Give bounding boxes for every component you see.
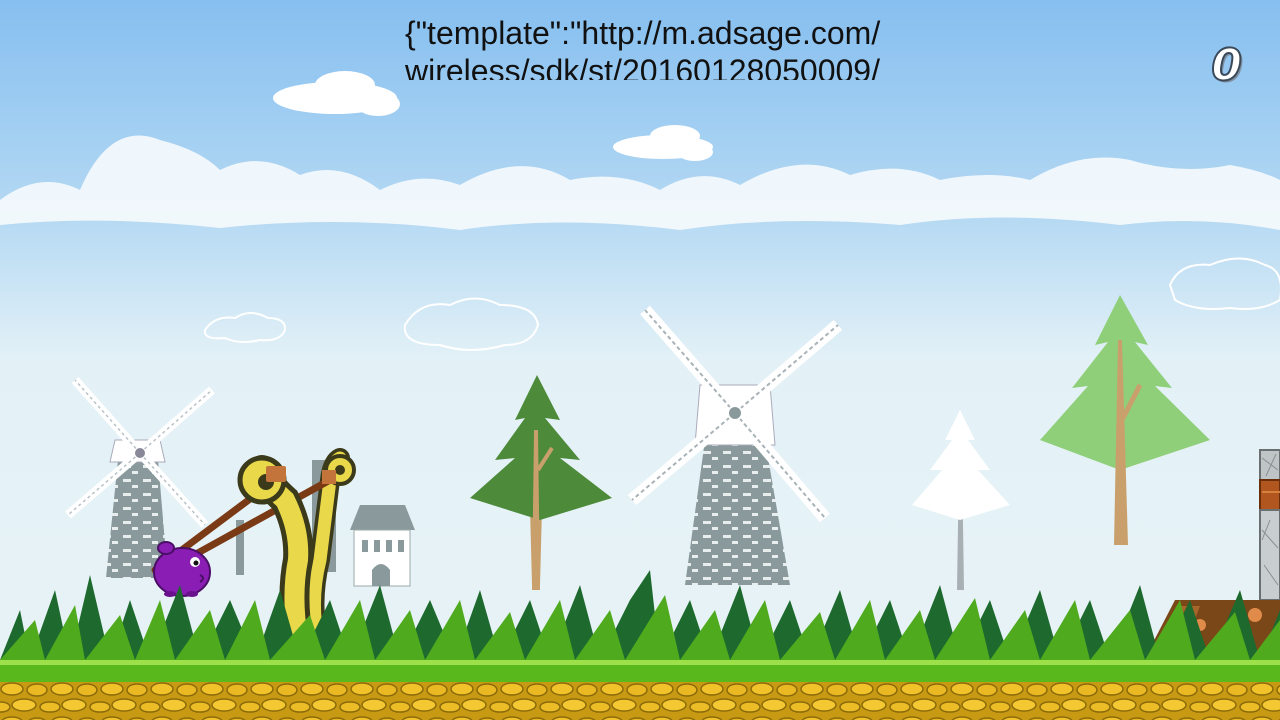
- ad-banner[interactable]: {"template":"http://m.adsage.com/ wirele…: [405, 14, 925, 80]
- ad-banner-line: wireless/sdk/st/20160128050009/: [405, 53, 880, 80]
- stone-block: [1259, 509, 1280, 601]
- ground: [0, 682, 1280, 720]
- ad-banner-line: {"template":"http://m.adsage.com/: [405, 15, 881, 51]
- stone-block: [1259, 449, 1280, 481]
- slingshot-band-knot: [322, 470, 336, 484]
- game-scene[interactable]: {"template":"http://m.adsage.com/ wirele…: [0, 0, 1280, 720]
- cottage-icon: [350, 505, 415, 587]
- wood-block: [1259, 479, 1280, 511]
- score-display: 0: [1210, 39, 1243, 92]
- game-canvas[interactable]: [0, 0, 1280, 720]
